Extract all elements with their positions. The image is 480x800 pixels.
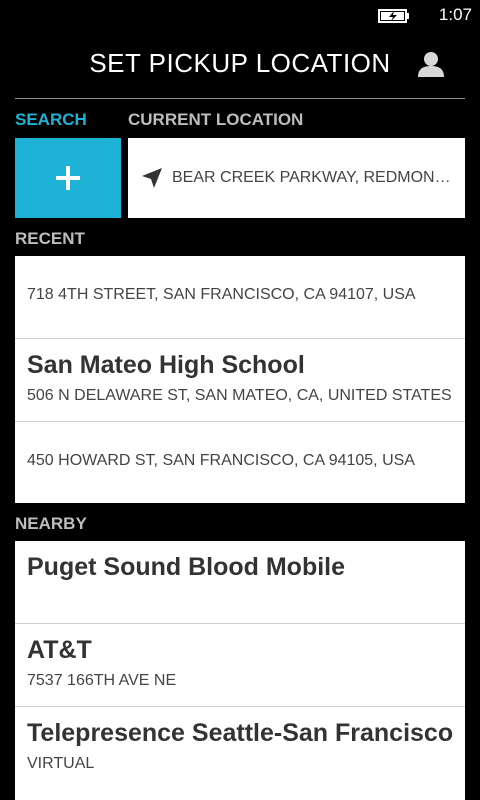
list-item[interactable]: 718 4TH STREET, SAN FRANCISCO, CA 94107,… bbox=[15, 256, 465, 339]
item-title: Puget Sound Blood Mobile bbox=[27, 553, 346, 581]
battery-charging-icon bbox=[378, 9, 409, 23]
list-item[interactable]: AT&T 7537 166TH AVE NE bbox=[15, 624, 465, 707]
recent-list: 718 4TH STREET, SAN FRANCISCO, CA 94107,… bbox=[15, 256, 465, 503]
item-title: San Mateo High School bbox=[27, 351, 305, 379]
location-arrow-icon bbox=[142, 168, 162, 188]
status-bar: 1:07 bbox=[0, 0, 480, 32]
item-address: 7537 166TH AVE NE bbox=[27, 672, 177, 689]
item-title: Telepresence Seattle-San Francisco bbox=[27, 719, 454, 747]
list-item[interactable]: Telepresence Seattle-San Francisco VIRTU… bbox=[15, 707, 465, 789]
header-divider bbox=[15, 98, 465, 99]
clock: 1:07 bbox=[438, 5, 472, 24]
page-title: SET PICKUP LOCATION bbox=[89, 48, 391, 78]
person-icon[interactable] bbox=[416, 50, 446, 78]
list-item[interactable]: San Mateo High School 506 N DELAWARE ST,… bbox=[15, 339, 465, 422]
item-address: 450 HOWARD ST, SAN FRANCISCO, CA 94105, … bbox=[27, 452, 415, 469]
plus-icon bbox=[56, 166, 80, 190]
item-address: 718 4TH STREET, SAN FRANCISCO, CA 94107,… bbox=[27, 286, 416, 303]
item-title: AT&T bbox=[27, 636, 92, 664]
list-item[interactable]: 450 HOWARD ST, SAN FRANCISCO, CA 94105, … bbox=[15, 422, 465, 504]
nearby-heading: NEARBY bbox=[15, 514, 87, 533]
nearby-list: Puget Sound Blood Mobile AT&T 7537 166TH… bbox=[15, 541, 465, 800]
current-location-field[interactable]: BEAR CREEK PARKWAY, REDMOND, WA bbox=[128, 138, 465, 218]
item-address: 506 N DELAWARE ST, SAN MATEO, CA, UNITED… bbox=[27, 387, 452, 404]
list-item[interactable]: Puget Sound Blood Mobile bbox=[15, 541, 465, 624]
item-address: VIRTUAL bbox=[27, 755, 95, 772]
current-location-text: BEAR CREEK PARKWAY, REDMOND, WA bbox=[172, 169, 452, 186]
add-search-button[interactable] bbox=[15, 138, 121, 218]
tab-search[interactable]: SEARCH bbox=[15, 110, 87, 130]
tab-current-location[interactable]: CURRENT LOCATION bbox=[128, 110, 303, 130]
recent-heading: RECENT bbox=[15, 229, 85, 248]
